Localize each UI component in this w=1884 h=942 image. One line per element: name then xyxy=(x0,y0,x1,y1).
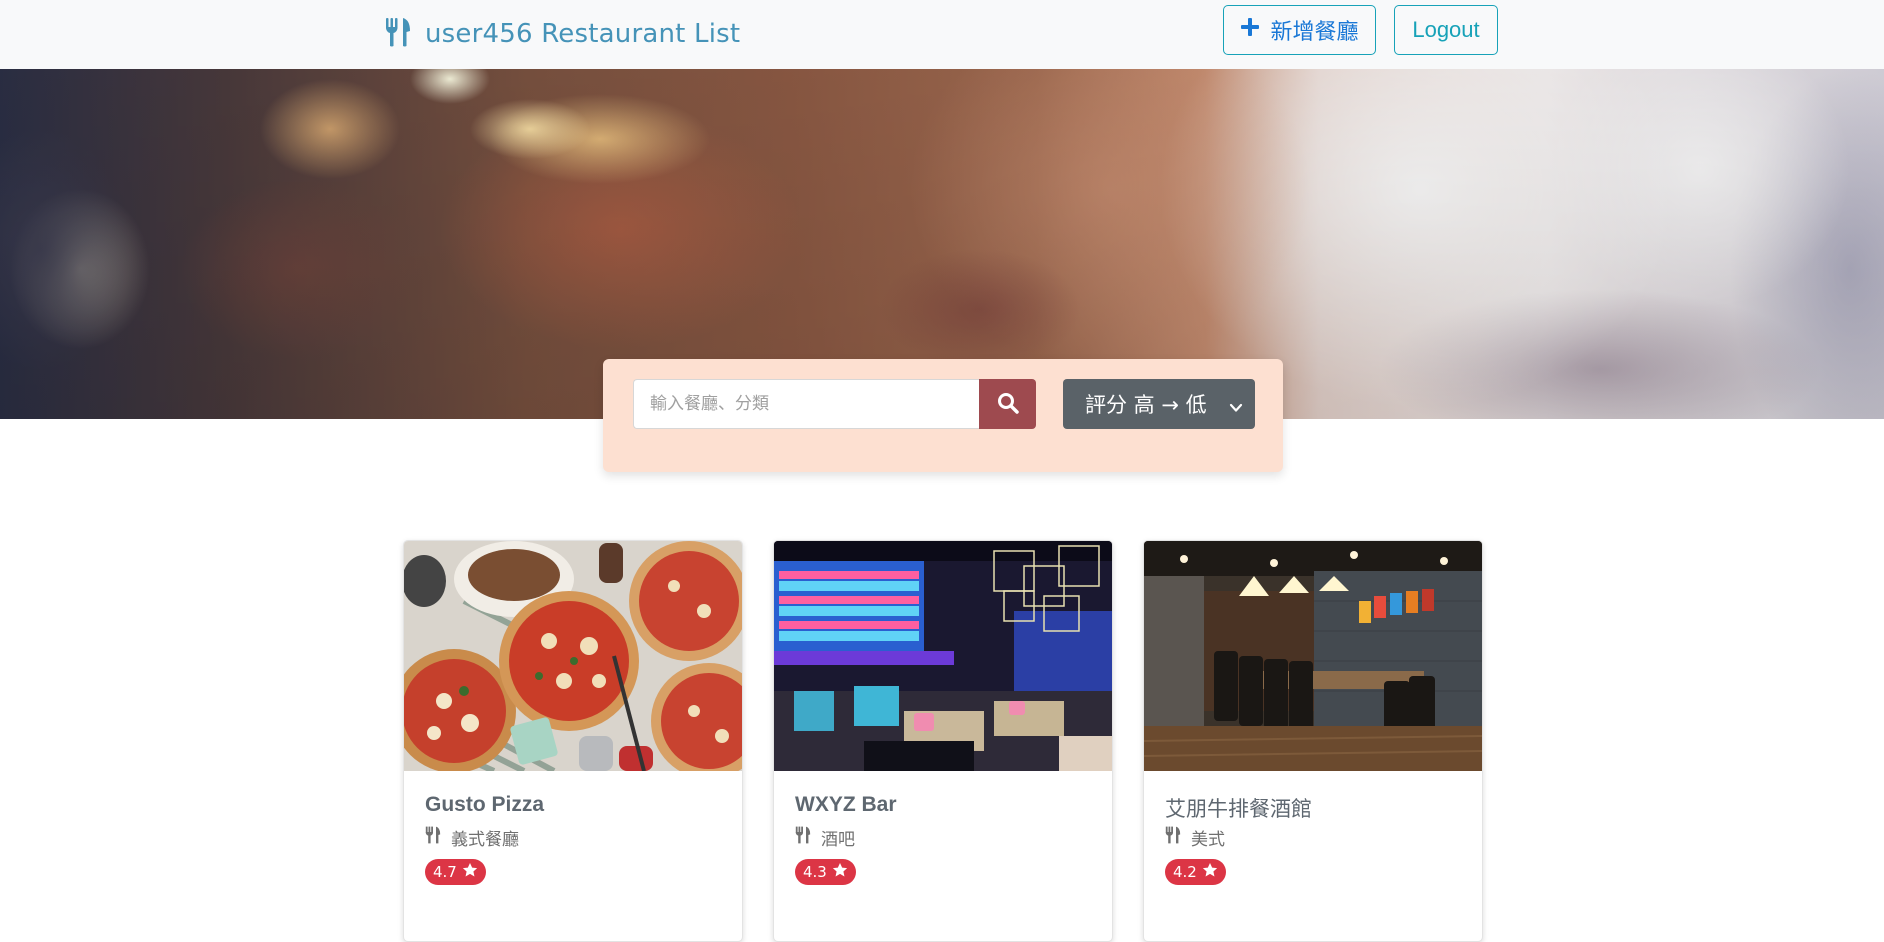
search-button[interactable] xyxy=(979,379,1036,429)
restaurant-category: 美式 xyxy=(1165,825,1225,850)
restaurant-category: 酒吧 xyxy=(795,825,855,850)
category-label: 美式 xyxy=(1191,830,1225,850)
navbar: user456 Restaurant List 新增餐廳 Logout xyxy=(0,0,1884,69)
logout-button[interactable]: Logout xyxy=(1394,5,1498,55)
restaurant-category: 義式餐廳 xyxy=(425,825,519,850)
category-label: 酒吧 xyxy=(821,830,855,850)
restaurant-name: WXYZ Bar xyxy=(795,793,897,816)
search-panel: 評分 高 → 低 xyxy=(603,359,1283,472)
add-restaurant-label: 新增餐廳 xyxy=(1270,19,1359,44)
brand-link[interactable]: user456 Restaurant List xyxy=(385,14,740,54)
plus-icon xyxy=(1240,17,1260,43)
category-label: 義式餐廳 xyxy=(451,830,519,850)
utensils-icon xyxy=(1165,826,1181,849)
star-icon xyxy=(832,862,848,882)
star-icon xyxy=(1202,862,1218,882)
utensils-icon xyxy=(385,17,411,51)
restaurant-card[interactable]: WXYZ Bar 酒吧 4.3 xyxy=(773,540,1113,942)
chevron-down-icon xyxy=(1229,396,1243,420)
rating-value: 4.2 xyxy=(1173,863,1197,881)
rating-badge: 4.3 xyxy=(795,859,856,885)
restaurant-name: 艾朋牛排餐酒館 xyxy=(1165,798,1312,821)
sort-selected-label: 評分 高 → 低 xyxy=(1085,393,1207,417)
brand-title: user456 Restaurant List xyxy=(425,19,741,49)
restaurant-card[interactable]: 艾朋牛排餐酒館 美式 4.2 xyxy=(1143,540,1483,942)
sort-select[interactable]: 評分 高 → 低 xyxy=(1063,379,1255,429)
search-input[interactable] xyxy=(633,379,979,429)
restaurant-image xyxy=(1144,541,1482,771)
rating-badge: 4.7 xyxy=(425,859,486,885)
add-restaurant-button[interactable]: 新增餐廳 xyxy=(1223,5,1376,55)
search-icon xyxy=(997,392,1019,417)
rating-value: 4.7 xyxy=(433,863,457,881)
rating-badge: 4.2 xyxy=(1165,859,1226,885)
utensils-icon xyxy=(795,826,811,849)
restaurant-name: Gusto Pizza xyxy=(425,793,545,816)
utensils-icon xyxy=(425,826,441,849)
restaurant-card[interactable]: Gusto Pizza 義式餐廳 4.7 xyxy=(403,540,743,942)
star-icon xyxy=(462,862,478,882)
restaurant-image xyxy=(774,541,1112,771)
restaurant-image xyxy=(404,541,742,771)
rating-value: 4.3 xyxy=(803,863,827,881)
